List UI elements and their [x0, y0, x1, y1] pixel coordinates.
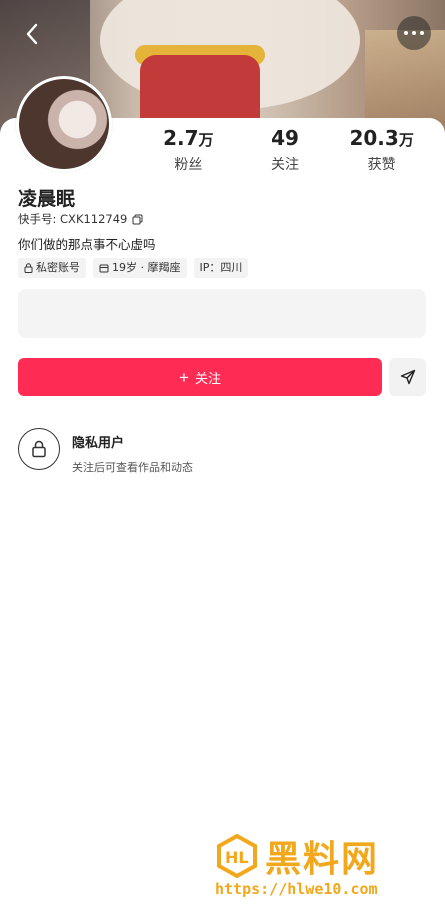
more-button[interactable]	[397, 16, 431, 50]
watermark-url: https://hlwe10.com	[215, 880, 378, 898]
watermark: HL 黑料网 https://hlwe10.com	[215, 830, 430, 902]
stat-fans[interactable]: 2.7万 粉丝	[143, 126, 233, 174]
lock-icon	[24, 263, 33, 273]
watermark-brand: 黑料网	[265, 839, 380, 880]
calendar-icon	[99, 264, 109, 273]
user-id-row: 快手号: CXK112749	[18, 211, 143, 227]
back-button[interactable]	[16, 18, 48, 50]
share-button[interactable]	[389, 358, 426, 396]
tag-ip: IP：四川	[193, 258, 249, 278]
tag-private-label: 私密账号	[36, 261, 80, 274]
stat-following[interactable]: 49 关注	[240, 126, 330, 174]
send-icon	[400, 369, 415, 385]
private-lock-circle	[18, 428, 60, 470]
more-horizontal-icon	[404, 31, 424, 35]
watermark-logo-icon: HL	[217, 834, 257, 878]
tag-ip-label: IP：四川	[199, 261, 243, 274]
likes-count: 20.3	[349, 126, 399, 150]
svg-text:HL: HL	[225, 848, 249, 867]
avatar[interactable]	[16, 76, 112, 172]
copy-icon[interactable]	[132, 214, 143, 225]
username: 凌晨眠	[18, 188, 76, 210]
private-title: 隐私用户	[72, 436, 125, 451]
following-label: 关注	[270, 157, 299, 173]
stat-likes[interactable]: 20.3万 获赞	[337, 126, 427, 174]
private-notice: 隐私用户 关注后可查看作品和动态	[18, 428, 193, 475]
following-count: 49	[271, 126, 299, 150]
likes-label: 获赞	[367, 157, 396, 173]
tag-private: 私密账号	[18, 258, 86, 278]
private-subtitle: 关注后可查看作品和动态	[72, 461, 193, 474]
fans-unit: 万	[198, 131, 214, 149]
follow-label: 关注	[194, 370, 221, 386]
chevron-left-icon	[26, 23, 38, 45]
plus-icon: +	[179, 367, 189, 387]
tag-age-label: 19岁 · 摩羯座	[112, 261, 181, 274]
fans-count: 2.7	[163, 126, 199, 150]
fans-label: 粉丝	[174, 157, 203, 173]
lock-icon	[32, 440, 46, 458]
user-id: 快手号: CXK112749	[18, 212, 128, 226]
bio: 你们做的那点事不心虚吗	[18, 237, 156, 252]
info-placeholder-box	[18, 289, 426, 338]
tag-list: 私密账号 19岁 · 摩羯座 IP：四川	[18, 258, 249, 278]
stats-row: 2.7万 粉丝 49 关注 20.3万 获赞	[140, 126, 430, 174]
profile-page: 2.7万 粉丝 49 关注 20.3万 获赞 凌晨眠 快手号: CXK11274…	[0, 0, 445, 920]
tag-age: 19岁 · 摩羯座	[93, 258, 187, 278]
follow-button[interactable]: + 关注	[18, 358, 382, 396]
likes-unit: 万	[398, 131, 414, 149]
